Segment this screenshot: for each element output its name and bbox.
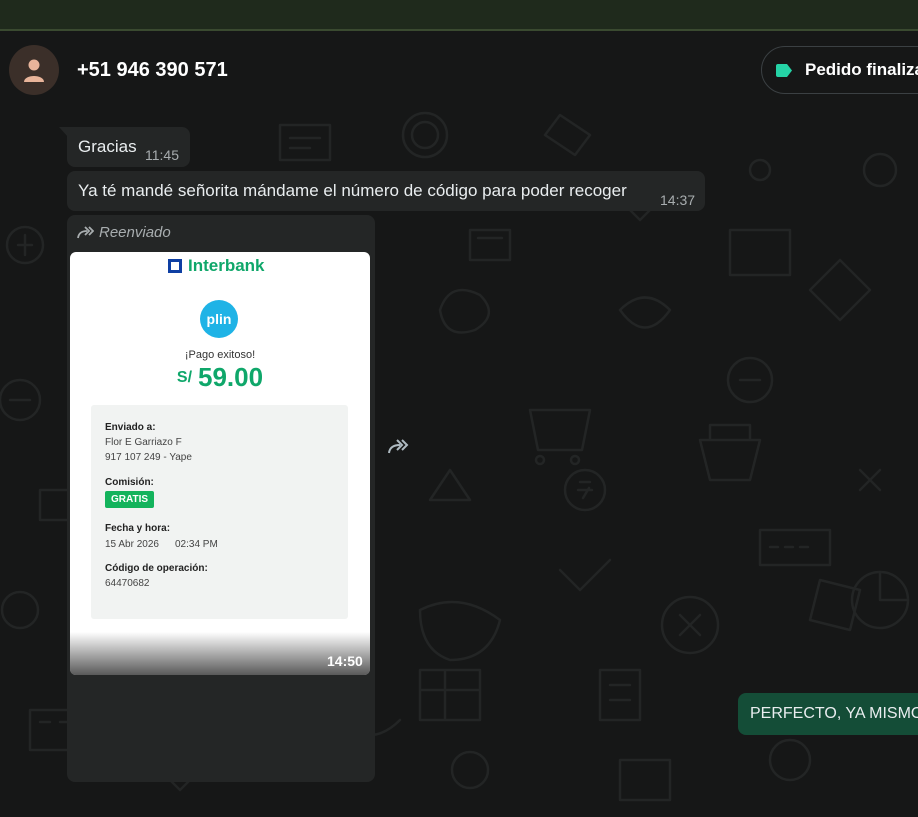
datetime-label: Fecha y hora: xyxy=(105,523,171,534)
contact-avatar[interactable] xyxy=(9,45,59,95)
incoming-message[interactable]: Gracias 11:45 xyxy=(67,127,190,167)
forwarded-arrow-icon xyxy=(77,225,94,238)
message-text: Gracias xyxy=(78,137,137,156)
forwarded-label: Reenviado xyxy=(99,224,171,241)
chat-label-pill[interactable]: Pedido finaliza xyxy=(761,46,918,94)
payment-date: 15 Abr 2026 xyxy=(105,539,159,550)
message-time: 14:50 xyxy=(327,653,363,669)
window-top-strip xyxy=(0,0,918,31)
commission-label: Comisión: xyxy=(105,477,154,488)
payment-status: ¡Pago exitoso! xyxy=(184,349,256,361)
bank-name: Interbank xyxy=(188,256,265,275)
payment-time: 02:34 PM xyxy=(175,539,218,550)
message-time: 14:37 xyxy=(660,192,696,208)
forwarded-indicator: Reenviado xyxy=(76,224,171,241)
message-time: 11:45 xyxy=(145,147,179,163)
recipient-phone: 917 107 249 - Yape xyxy=(105,452,192,463)
chat-header: +51 946 390 571 Pedido finaliza xyxy=(0,31,918,110)
amount-value: 59.00 xyxy=(198,362,264,392)
op-code-label: Código de operación: xyxy=(105,563,208,574)
forward-icon xyxy=(388,439,409,454)
receipt-details-card: Enviado a: Flor E Garriazo F 917 107 249… xyxy=(91,405,348,619)
interbank-logo: Interbank xyxy=(168,256,265,276)
payment-receipt-image[interactable]: Interbank plin ¡Pago exitoso! S/59.00 En… xyxy=(70,252,370,675)
currency-symbol: S/ xyxy=(176,369,193,386)
plin-logo-icon: plin xyxy=(200,300,238,338)
message-text: PERFECTO, YA MISMO xyxy=(750,705,918,722)
recipient-name: Flor E Garriazo F xyxy=(105,437,182,448)
chat-area: Gracias 11:45 Ya té mandé señorita mánda… xyxy=(0,110,918,817)
app-name: plin xyxy=(206,311,232,327)
label-text: Pedido finaliza xyxy=(805,60,918,79)
op-code: 64470682 xyxy=(105,578,150,589)
forward-button[interactable] xyxy=(384,435,412,459)
sent-to-label: Enviado a: xyxy=(105,422,156,433)
interbank-logo-icon xyxy=(168,259,182,273)
contact-name[interactable]: +51 946 390 571 xyxy=(77,59,228,82)
label-tag-icon xyxy=(776,63,792,77)
commission-badge: GRATIS xyxy=(105,491,155,508)
incoming-message[interactable]: Ya té mandé señorita mándame el número d… xyxy=(67,171,705,211)
person-icon xyxy=(24,59,44,82)
outgoing-message[interactable]: PERFECTO, YA MISMO xyxy=(738,693,918,735)
message-text: Ya té mandé señorita mándame el número d… xyxy=(78,181,627,200)
forwarded-image-message[interactable]: Reenviado Interbank plin ¡Pago exitoso! … xyxy=(67,215,375,782)
payment-amount: S/59.00 xyxy=(70,362,370,393)
image-bottom-shade xyxy=(70,632,370,675)
